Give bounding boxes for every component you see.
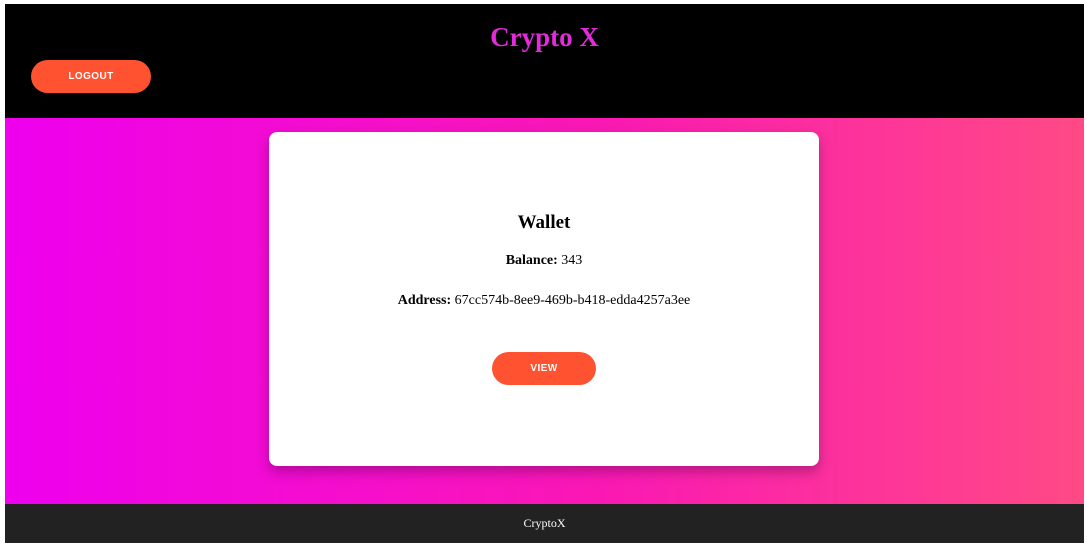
wallet-title: Wallet [517,212,571,233]
view-button[interactable]: VIEW [492,352,596,385]
address-value: 67cc574b-8ee9-469b-b418-edda4257a3ee [454,293,691,308]
wallet-card: Wallet Balance: 343 Address: 67cc574b-8e… [269,132,819,466]
app-window: Crypto X LOGOUT Wallet Balance: 343 Addr… [0,0,1087,545]
balance-row: Balance: 343 [269,253,819,269]
address-label: Address: [397,293,452,308]
app-title: Crypto X [490,22,599,52]
balance-value: 343 [561,253,583,268]
footer-text: CryptoX [523,516,566,530]
address-row: Address: 67cc574b-8ee9-469b-b418-edda425… [269,293,819,309]
balance-label: Balance: [505,253,558,268]
main-area: Wallet Balance: 343 Address: 67cc574b-8e… [5,118,1084,504]
logout-button[interactable]: LOGOUT [31,60,151,93]
footer: CryptoX [5,504,1084,543]
top-header: Crypto X LOGOUT [5,4,1084,118]
